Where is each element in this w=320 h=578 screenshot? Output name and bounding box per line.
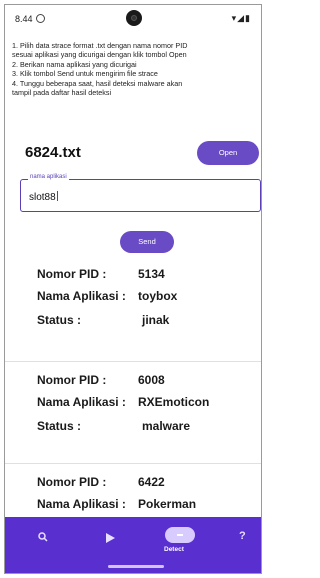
instruction-line: 3. Klik tombol Send untuk mengirim file … [12,69,158,79]
app-value: RXEmoticon [138,395,210,409]
pid-value: 6008 [138,373,165,387]
instruction-line: 4. Tunggu beberapa saat, hasil deteksi m… [12,78,183,88]
app-label: Nama Aplikasi : [37,289,126,303]
instructions: 1. Pilih data strace format .txt dengan … [12,41,258,97]
result-item: Nomor PID : 5134 Nama Aplikasi : toybox … [5,267,261,359]
home-indicator[interactable] [108,565,164,568]
bottom-navigation: Detect ? [5,517,261,573]
pid-value: 6422 [138,475,165,489]
status-label: Status : [37,419,82,433]
status-label: Status : [37,313,82,327]
instruction-line: 1. Pilih data strace format .txt dengan … [12,41,188,50]
app-name-label: nama aplikasi [28,174,69,180]
camera-cutout [126,10,142,26]
status-indicators-icon: ▾◢▮ [231,13,251,23]
search-icon[interactable] [38,532,48,542]
divider [5,361,261,362]
pid-label: Nomor PID : [37,475,107,489]
status-time: 8.44 [15,14,33,24]
send-button[interactable]: Send [120,231,174,253]
detect-icon[interactable] [165,527,195,543]
pid-value: 5134 [138,267,165,281]
instruction-line: tampil pada daftar hasil deteksi [12,88,112,98]
app-name-input[interactable]: slot88 [29,191,58,203]
instruction-line: 2. Berikan nama aplikasi yang dicurigai [12,59,137,69]
detect-tab-label[interactable]: Detect [164,546,184,553]
open-button[interactable]: Open [197,141,259,165]
app-value: toybox [138,289,178,303]
app-frame: 8.44 ▾◢▮ 1. Pilih data strace format .tx… [4,4,262,574]
send-icon[interactable] [106,533,115,543]
help-icon[interactable]: ? [239,530,246,542]
app-label: Nama Aplikasi : [37,497,126,511]
app-name-field[interactable]: nama aplikasi slot88 [20,174,261,212]
app-value: Pokerman [138,497,197,511]
status-value: malware [142,419,191,433]
result-item: Nomor PID : 6008 Nama Aplikasi : RXEmoti… [5,369,261,461]
alarm-icon [36,14,45,23]
status-bar: 8.44 ▾◢▮ [5,5,261,35]
instruction-line: sesuai aplikasi yang dicurigai dengan kl… [12,50,187,60]
selected-file-name: 6824.txt [25,144,81,161]
status-value: jinak [142,313,170,327]
pid-label: Nomor PID : [37,267,107,281]
pid-label: Nomor PID : [37,373,107,387]
app-label: Nama Aplikasi : [37,395,126,409]
divider [5,463,261,464]
